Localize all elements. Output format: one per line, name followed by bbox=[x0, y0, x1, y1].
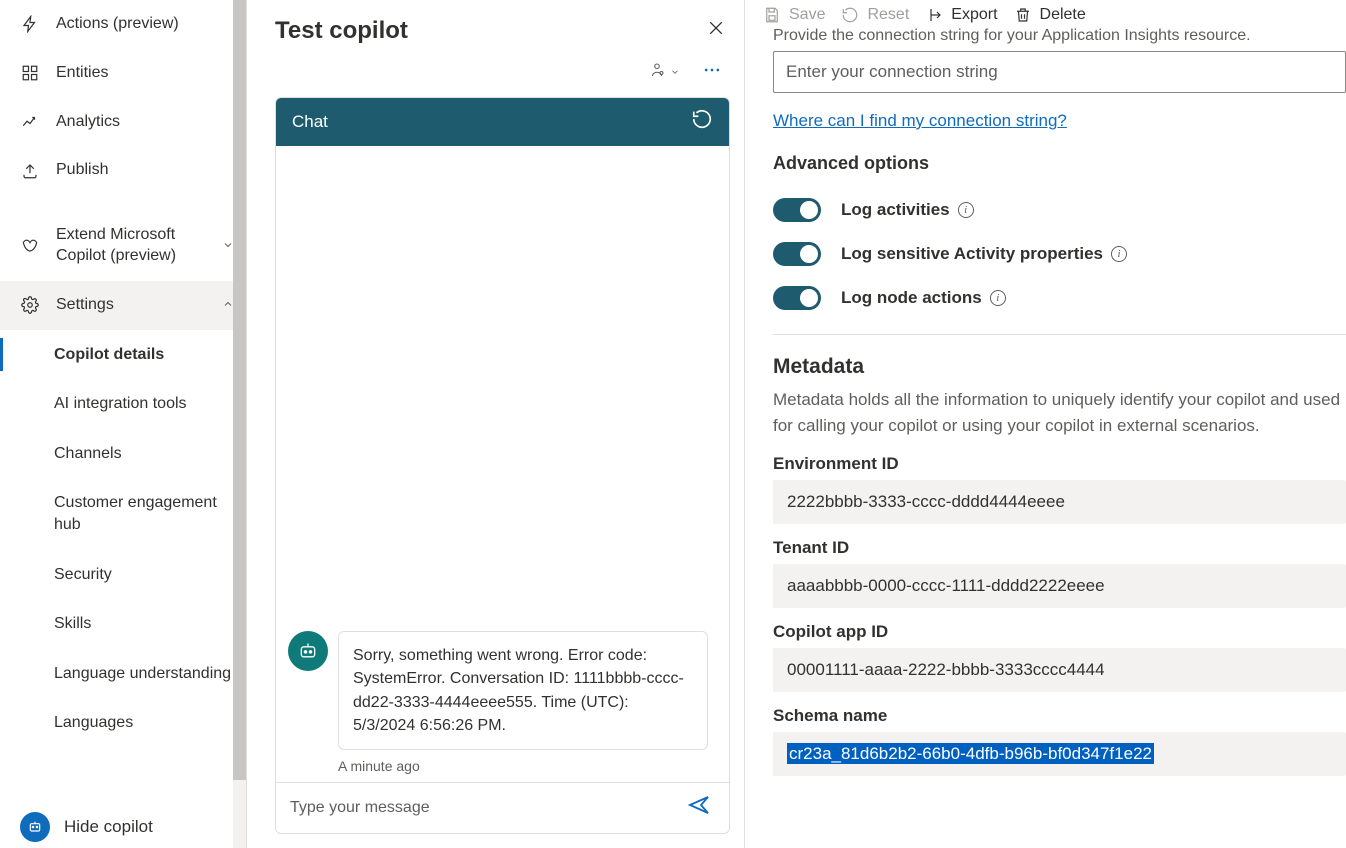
log-activities-label: Log activities bbox=[841, 200, 950, 220]
sidebar-item-analytics[interactable]: Analytics bbox=[0, 98, 246, 147]
robot-user-icon bbox=[648, 61, 666, 82]
sidebar-scrollbar[interactable] bbox=[233, 0, 246, 780]
chat-input[interactable] bbox=[286, 789, 673, 827]
sidebar-sub-security[interactable]: Security bbox=[0, 550, 246, 600]
lightning-icon bbox=[20, 14, 40, 34]
bot-message-row: Sorry, something went wrong. Error code:… bbox=[288, 631, 717, 750]
bot-message-bubble: Sorry, something went wrong. Error code:… bbox=[338, 631, 708, 750]
bot-icon bbox=[20, 812, 50, 842]
sidebar-sub-channels[interactable]: Channels bbox=[0, 429, 246, 479]
metadata-description: Metadata holds all the information to un… bbox=[773, 387, 1346, 440]
trash-icon bbox=[1014, 6, 1032, 24]
sidebar-sub-ai-integration[interactable]: AI integration tools bbox=[0, 379, 246, 429]
environment-id-label: Environment ID bbox=[773, 454, 1346, 474]
info-icon[interactable]: i bbox=[990, 290, 1006, 306]
hide-copilot-label: Hide copilot bbox=[64, 817, 153, 837]
chevron-down-icon bbox=[670, 64, 680, 80]
reset-button[interactable]: Reset bbox=[841, 6, 909, 24]
sidebar-item-label: Publish bbox=[56, 160, 234, 181]
sidebar-item-entities[interactable]: Entities bbox=[0, 49, 246, 98]
tenant-id-label: Tenant ID bbox=[773, 538, 1346, 558]
advanced-options-heading: Advanced options bbox=[773, 153, 1346, 174]
sidebar-item-label: Extend Microsoft Copilot (preview) bbox=[56, 225, 206, 267]
sidebar-item-label: Entities bbox=[56, 63, 234, 84]
log-activities-toggle[interactable] bbox=[773, 198, 821, 222]
chat-header: Chat bbox=[276, 98, 729, 146]
sidebar: Actions (preview) Entities Analytics Pub… bbox=[0, 0, 247, 848]
tenant-id-value[interactable]: aaaabbbb-0000-cccc-1111-dddd2222eeee bbox=[773, 564, 1346, 608]
copilot-icon bbox=[20, 236, 40, 256]
copilot-app-id-value[interactable]: 00001111-aaaa-2222-bbbb-3333cccc4444 bbox=[773, 648, 1346, 692]
chat-input-row bbox=[276, 782, 729, 833]
copilot-app-id-label: Copilot app ID bbox=[773, 622, 1346, 642]
sidebar-item-extend-copilot[interactable]: Extend Microsoft Copilot (preview) bbox=[0, 211, 246, 281]
reset-label: Reset bbox=[867, 6, 909, 24]
test-copilot-title: Test copilot bbox=[275, 17, 408, 45]
divider bbox=[773, 334, 1346, 335]
log-node-toggle[interactable] bbox=[773, 286, 821, 310]
schema-name-value[interactable]: cr23a_81d6b2b2-66b0-4dfb-b96b-bf0d347f1e… bbox=[773, 732, 1346, 776]
schema-name-label: Schema name bbox=[773, 706, 1346, 726]
sidebar-sub-language-understanding[interactable]: Language understanding bbox=[0, 649, 246, 699]
sidebar-item-label: Settings bbox=[56, 295, 206, 316]
sidebar-item-publish[interactable]: Publish bbox=[0, 146, 246, 195]
more-options-button[interactable] bbox=[702, 60, 722, 83]
metadata-heading: Metadata bbox=[773, 355, 1346, 379]
sidebar-item-actions[interactable]: Actions (preview) bbox=[0, 0, 246, 49]
more-horizontal-icon bbox=[702, 60, 722, 83]
bot-avatar-icon bbox=[288, 631, 328, 671]
gear-icon bbox=[20, 295, 40, 315]
sidebar-item-label: Analytics bbox=[56, 112, 234, 133]
export-button[interactable]: Export bbox=[925, 6, 997, 24]
sidebar-sub-languages[interactable]: Languages bbox=[0, 698, 246, 748]
delete-label: Delete bbox=[1040, 6, 1086, 24]
log-sensitive-toggle[interactable] bbox=[773, 242, 821, 266]
details-panel: Save Reset Export Delete bbox=[745, 0, 1346, 848]
connection-string-input[interactable] bbox=[773, 51, 1346, 93]
chat-card: Chat Sorry, something went wrong. Error … bbox=[275, 97, 730, 834]
export-icon bbox=[925, 6, 943, 24]
save-button[interactable]: Save bbox=[763, 6, 825, 24]
message-timestamp: A minute ago bbox=[288, 758, 717, 774]
chart-line-icon bbox=[20, 112, 40, 132]
connection-string-help: Provide the connection string for your A… bbox=[773, 27, 1346, 45]
chat-header-label: Chat bbox=[292, 112, 328, 132]
tracking-dropdown[interactable] bbox=[648, 60, 680, 83]
log-sensitive-label: Log sensitive Activity properties bbox=[841, 244, 1103, 264]
save-label: Save bbox=[789, 6, 825, 24]
refresh-button[interactable] bbox=[691, 108, 713, 136]
schema-name-text: cr23a_81d6b2b2-66b0-4dfb-b96b-bf0d347f1e… bbox=[787, 743, 1154, 764]
send-button[interactable] bbox=[679, 789, 719, 827]
hide-copilot-button[interactable]: Hide copilot bbox=[0, 806, 246, 848]
close-button[interactable] bbox=[702, 14, 730, 48]
upload-icon bbox=[20, 161, 40, 181]
sidebar-sub-skills[interactable]: Skills bbox=[0, 599, 246, 649]
connection-string-help-link[interactable]: Where can I find my connection string? bbox=[773, 111, 1067, 131]
test-copilot-panel: Test copilot Chat bbox=[247, 0, 745, 848]
grid-icon bbox=[20, 63, 40, 83]
sidebar-sub-engagement-hub[interactable]: Customer engagement hub bbox=[0, 478, 246, 549]
info-icon[interactable]: i bbox=[958, 202, 974, 218]
save-icon bbox=[763, 6, 781, 24]
export-label: Export bbox=[951, 6, 997, 24]
delete-button[interactable]: Delete bbox=[1014, 6, 1086, 24]
sidebar-item-label: Actions (preview) bbox=[56, 14, 234, 35]
info-icon[interactable]: i bbox=[1111, 246, 1127, 262]
sidebar-sub-copilot-details[interactable]: Copilot details bbox=[0, 330, 246, 380]
environment-id-value[interactable]: 2222bbbb-3333-cccc-dddd4444eeee bbox=[773, 480, 1346, 524]
reset-icon bbox=[841, 6, 859, 24]
log-node-label: Log node actions bbox=[841, 288, 982, 308]
sidebar-item-settings[interactable]: Settings bbox=[0, 281, 246, 330]
